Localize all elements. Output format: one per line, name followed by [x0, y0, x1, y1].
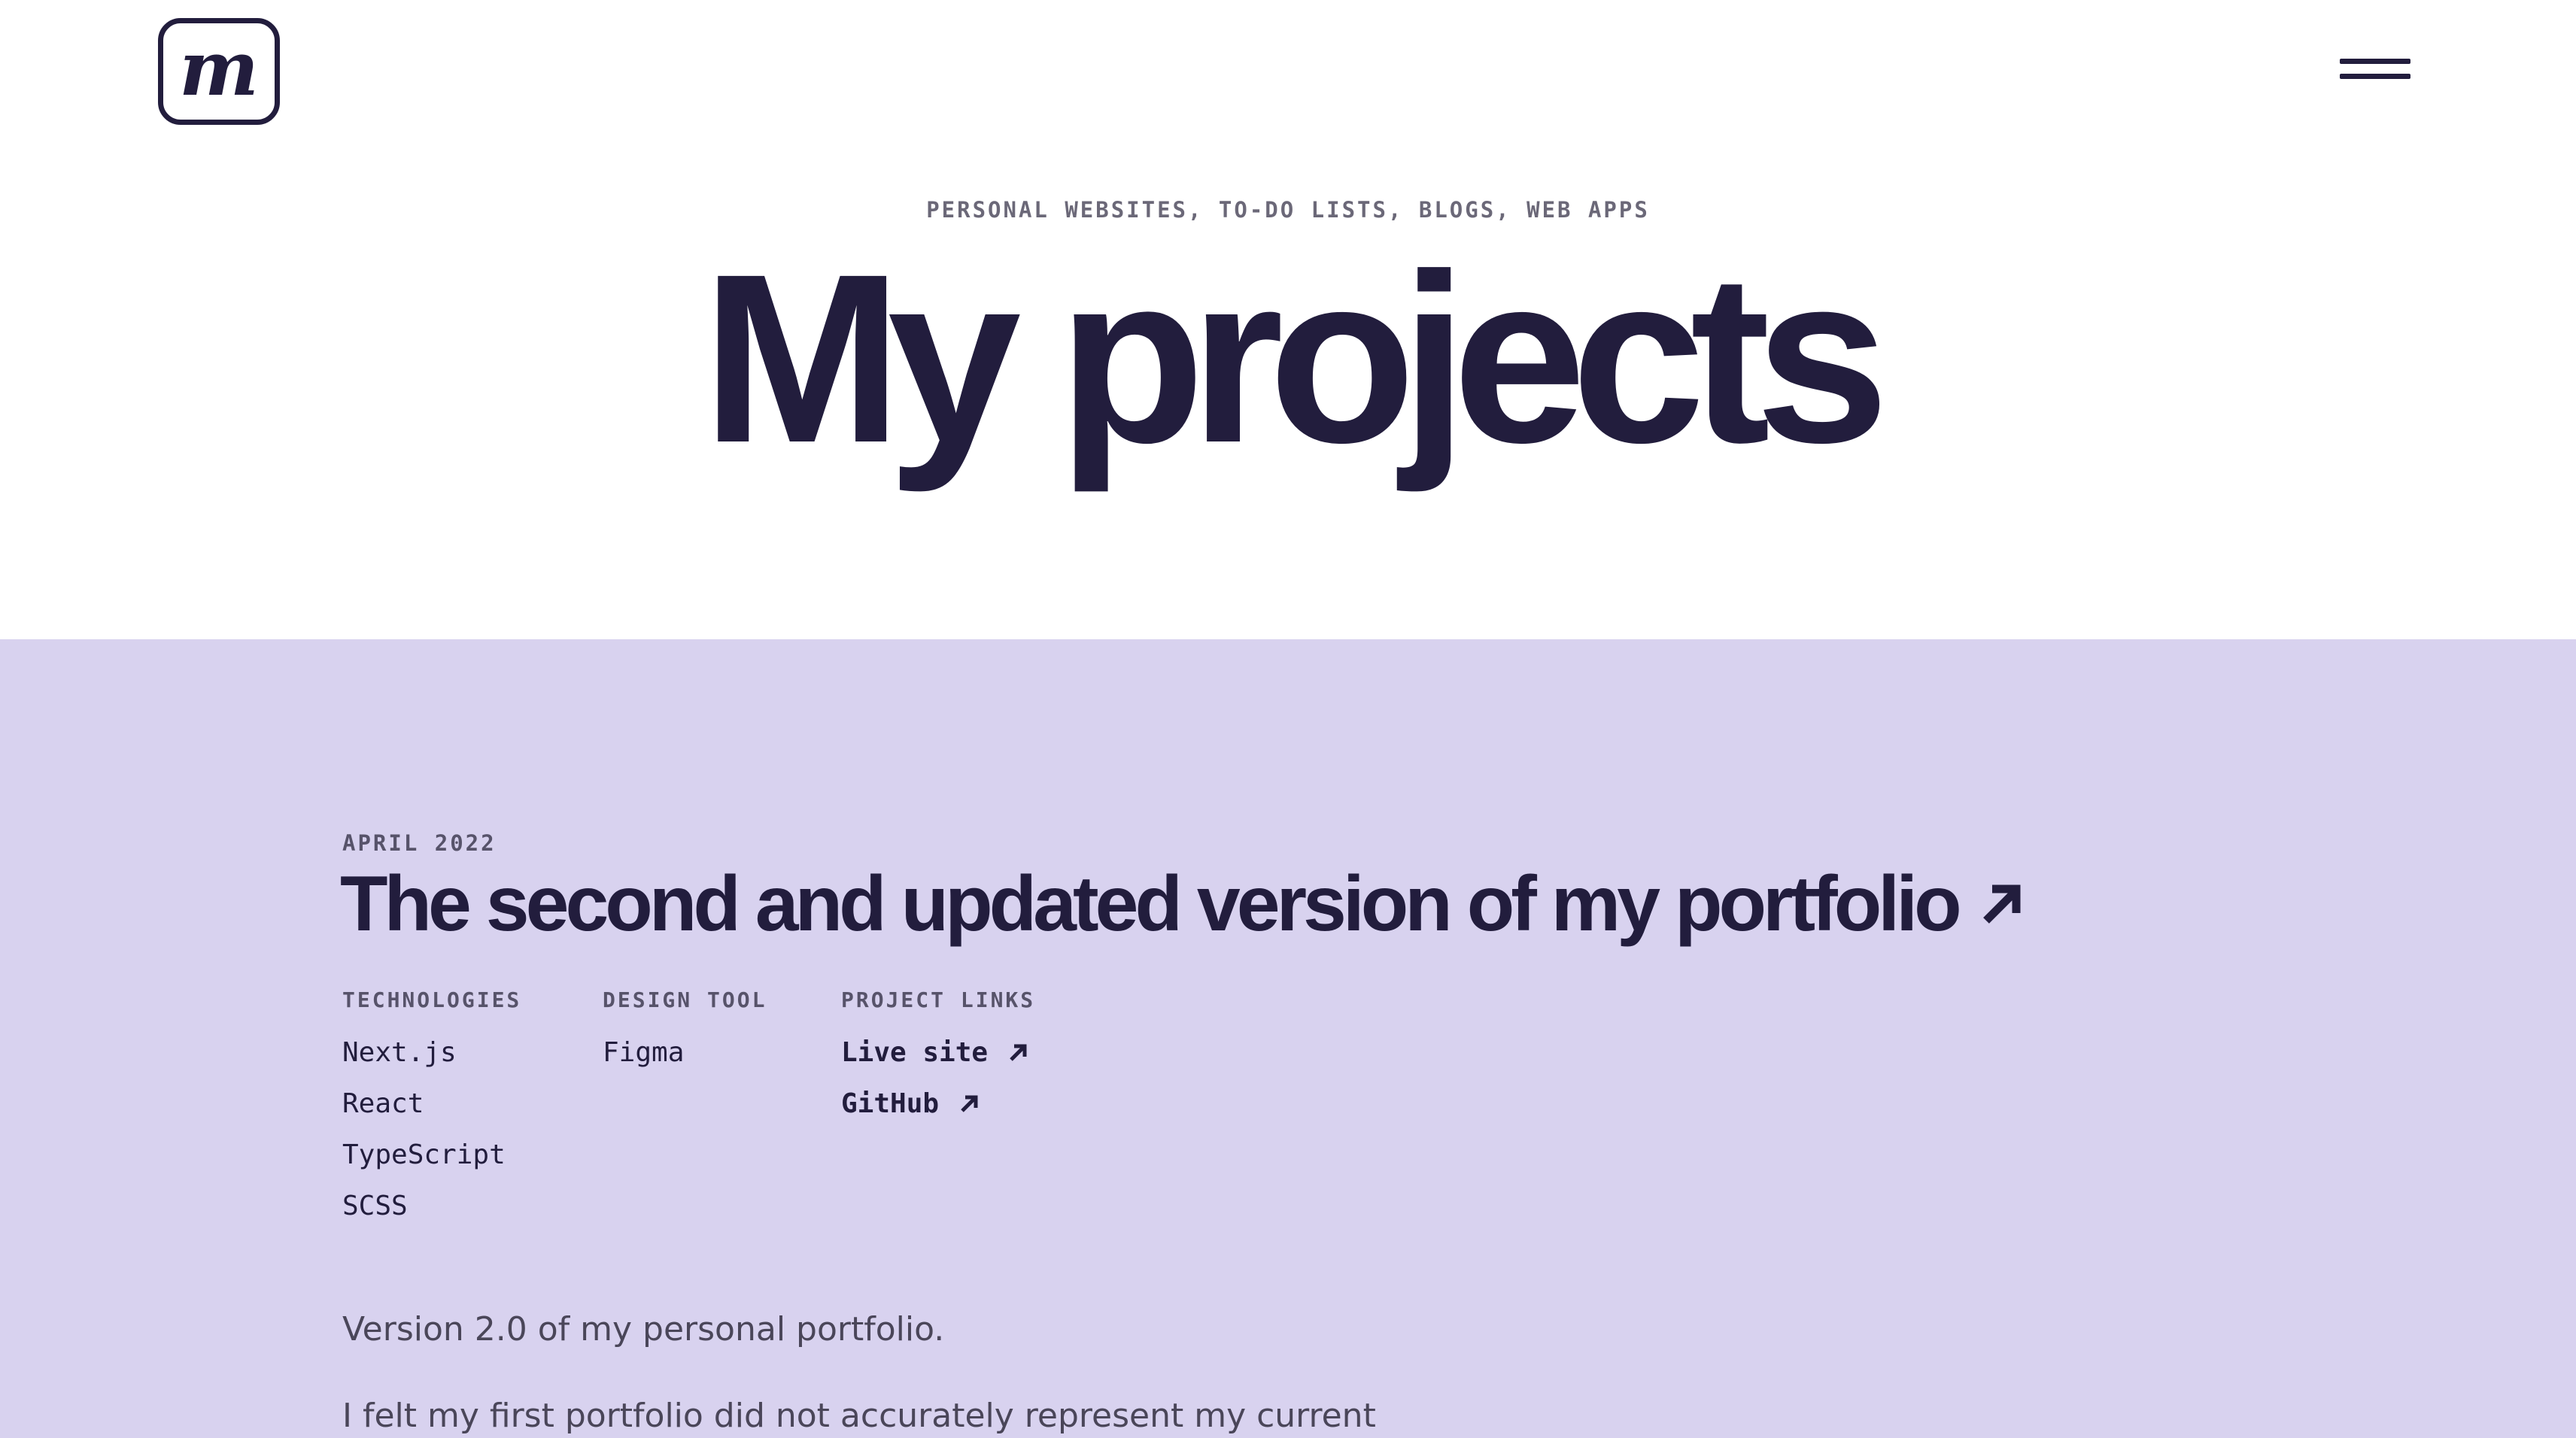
github-link-label: GitHub — [841, 1088, 940, 1119]
design-tool-item: Figma — [603, 1037, 685, 1068]
hamburger-menu-icon — [2340, 59, 2410, 64]
project-card: APRIL 2022 The second and updated versio… — [0, 639, 2576, 1438]
design-tool-column: DESIGN TOOL Figma — [603, 990, 767, 1078]
logo-letter: m — [179, 24, 259, 113]
project-description: Version 2.0 of my personal portfolio. I … — [342, 1310, 1471, 1438]
project-title-link[interactable]: The second and updated version of my por… — [340, 857, 1962, 951]
site-header: m — [0, 0, 2576, 150]
hero-eyebrow: PERSONAL WEBSITES, TO-DO LISTS, BLOGS, W… — [926, 197, 1650, 223]
arrow-up-right-icon — [1010, 1044, 1027, 1061]
arrow-up-right-icon[interactable] — [1976, 878, 2025, 928]
project-links-column: PROJECT LINKS Live site GitHub — [841, 990, 1035, 1130]
technology-item: SCSS — [342, 1191, 408, 1221]
live-site-link[interactable]: Live site — [841, 1027, 1035, 1078]
arrow-up-right-icon — [961, 1095, 978, 1112]
description-paragraph: I felt my first portfolio did not accura… — [342, 1396, 1376, 1435]
logo-home-link[interactable]: m — [158, 18, 280, 125]
github-link[interactable]: GitHub — [841, 1078, 1035, 1130]
page-title: My projects — [701, 223, 1889, 493]
technology-item: Next.js — [342, 1037, 457, 1068]
project-date: APRIL 2022 — [342, 830, 497, 856]
design-tool-heading: DESIGN TOOL — [603, 987, 767, 1012]
technologies-column: TECHNOLOGIES Next.js React TypeScript SC… — [342, 990, 521, 1232]
technologies-heading: TECHNOLOGIES — [342, 987, 522, 1012]
hamburger-menu-icon-bar — [2340, 74, 2410, 79]
description-paragraph: Version 2.0 of my personal portfolio. — [342, 1310, 945, 1349]
project-links-heading: PROJECT LINKS — [841, 987, 1036, 1012]
technology-item: React — [342, 1088, 424, 1119]
menu-button[interactable] — [2338, 54, 2413, 84]
live-site-link-label: Live site — [841, 1037, 989, 1068]
technology-item: TypeScript — [342, 1139, 506, 1170]
